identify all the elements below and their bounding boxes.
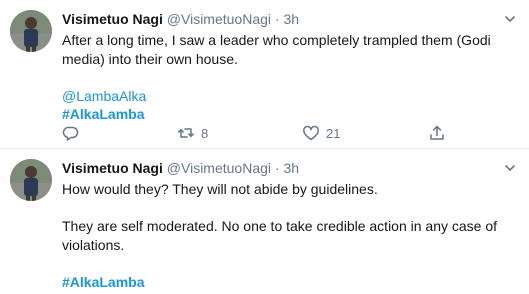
tweet-line: violations. xyxy=(62,236,125,253)
retweet-icon xyxy=(178,128,194,138)
heart-icon xyxy=(303,125,319,141)
hashtag-link[interactable]: #AlkaLamba xyxy=(62,274,144,290)
tweet-line: How would they? They will not abide by g… xyxy=(62,181,378,197)
tweet-header: Visimetuo Nagi @VisimetuoNagi · 3h xyxy=(62,159,299,178)
avatar[interactable] xyxy=(10,10,52,52)
mention-link[interactable]: @LambaAlka xyxy=(62,88,146,104)
author-name[interactable]: Visimetuo Nagi xyxy=(62,160,163,176)
author-name[interactable]: Visimetuo Nagi xyxy=(62,11,163,27)
tweet-text: How would they? They will not abide by g… xyxy=(62,180,517,291)
share-icon xyxy=(430,125,444,140)
tweet-header: Visimetuo Nagi @VisimetuoNagi · 3h xyxy=(62,10,299,29)
timestamp[interactable]: 3h xyxy=(283,11,299,27)
tweet-actions: 8 21 xyxy=(62,124,462,142)
timestamp[interactable]: 3h xyxy=(283,160,299,176)
tweet[interactable]: Visimetuo Nagi @VisimetuoNagi · 3h How w… xyxy=(0,149,529,294)
reply-icon xyxy=(62,126,79,141)
share-button[interactable] xyxy=(428,124,446,142)
reply-button[interactable] xyxy=(62,124,80,142)
tweet-line: They are self moderated. No one to take … xyxy=(62,218,498,234)
author-handle[interactable]: @VisimetuoNagi xyxy=(167,160,271,176)
separator: · xyxy=(274,11,280,27)
tweet-text: After a long time, I saw a leader who co… xyxy=(62,31,517,124)
retweet-count: 8 xyxy=(201,125,209,141)
tweet-line: media) into their own house. xyxy=(62,50,238,67)
like-button[interactable]: 21 xyxy=(302,124,340,142)
chevron-down-icon[interactable] xyxy=(503,12,517,26)
tweet[interactable]: Visimetuo Nagi @VisimetuoNagi · 3h After… xyxy=(0,0,529,148)
tweet-line: After a long time, I saw a leader who co… xyxy=(62,32,491,48)
chevron-down-icon[interactable] xyxy=(503,161,517,175)
retweet-button[interactable]: 8 xyxy=(177,124,208,142)
separator: · xyxy=(274,160,280,176)
hashtag-link[interactable]: #AlkaLamba xyxy=(62,106,144,122)
author-handle[interactable]: @VisimetuoNagi xyxy=(167,11,271,27)
like-count: 21 xyxy=(326,125,341,141)
avatar[interactable] xyxy=(10,159,52,201)
